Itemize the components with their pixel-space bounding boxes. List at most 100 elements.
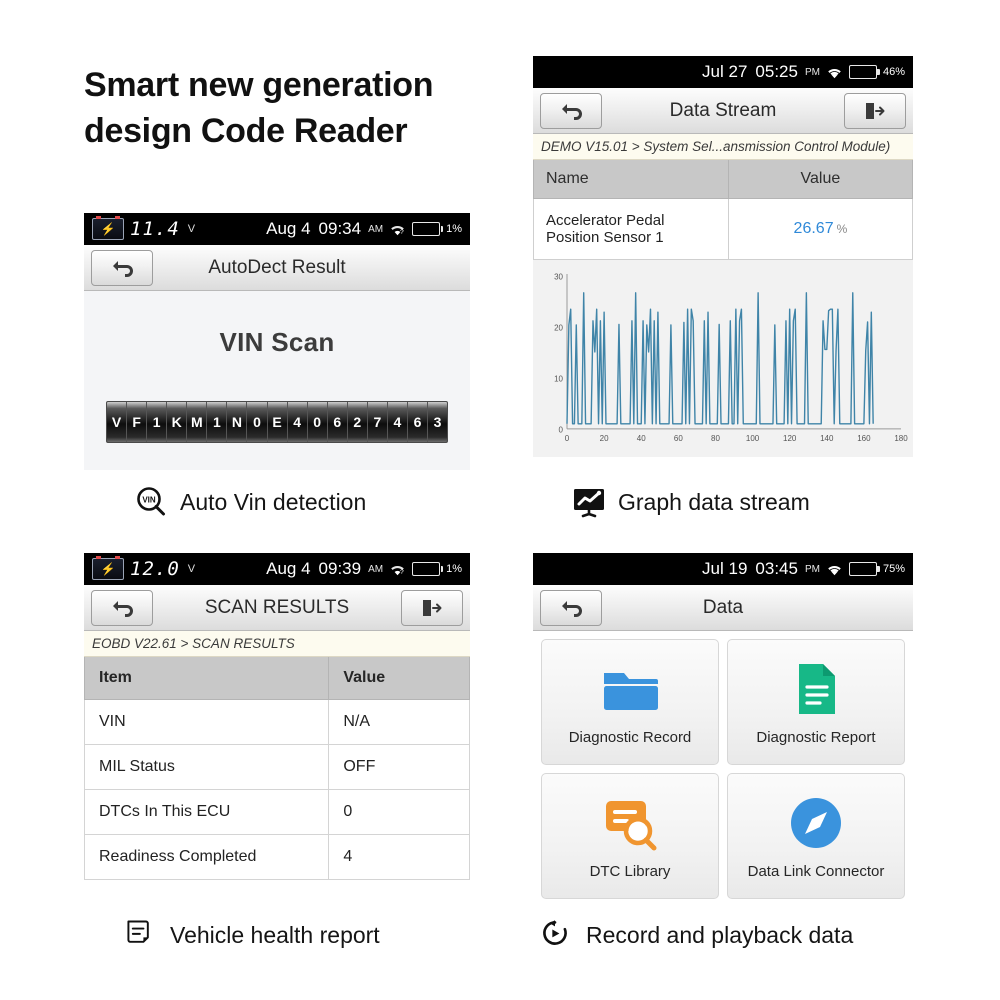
title-bar-stream: Data Stream [533,88,913,134]
tile-label: Data Link Connector [747,862,885,880]
cell-param-value: 26.67% [727,198,914,260]
vin-character: F [127,402,148,442]
status-bar-scan: ⚡ 12.0 V Aug 4 09:39 AM ? 1% [84,553,470,585]
tile-diagnostic-record[interactable]: Diagnostic Record [541,639,719,765]
svg-text:20: 20 [600,434,609,443]
exit-button[interactable] [844,92,906,129]
battery-voltage-icon: ⚡ [92,216,124,240]
vin-scan-heading: VIN Scan [219,327,335,357]
folder-icon [600,659,660,719]
battery-voltage-icon: ⚡ [92,556,124,580]
table-row[interactable]: MIL Status OFF [83,744,470,790]
table-row[interactable]: DTCs In This ECU 0 [83,789,470,835]
vin-character: E [267,402,288,442]
replay-icon [540,918,574,952]
svg-text:VIN: VIN [142,496,156,505]
app-tile-grid: Diagnostic Record Diagnostic Report DTC … [533,631,913,907]
vin-character: 1 [207,402,228,442]
caption-health-report: Vehicle health report [124,918,380,952]
table-header-row: Name Value [533,160,914,199]
svg-text:160: 160 [857,434,871,443]
svg-text:?: ? [400,569,404,576]
wifi-icon: ? [389,223,406,236]
battery-icon [848,65,880,79]
back-button[interactable] [540,92,602,129]
voltage-value: 11.4 [130,218,180,240]
exit-button[interactable] [401,589,463,626]
data-stream-chart-area: 0 10 20 30 0 20 40 60 80 100 120 140 160 180 [533,260,913,457]
tile-diagnostic-report[interactable]: Diagnostic Report [727,639,905,765]
back-button[interactable] [91,249,153,286]
cell-item: Readiness Completed [83,834,330,880]
tile-label: Diagnostic Record [568,728,692,746]
voltage-unit: V [187,563,196,575]
device-screen-scan-results: ⚡ 12.0 V Aug 4 09:39 AM ? 1% SCAN RESULT… [83,553,470,903]
vin-character: N [227,402,248,442]
status-bar-data: Jul 19 03:45 PM 75% [533,553,913,585]
status-ampm: PM [804,66,820,78]
scan-results-table: Item Value VIN N/A MIL Status OFF DTCs In Th… [83,657,470,880]
vin-magnifier-icon: VIN [134,485,168,519]
svg-text:0: 0 [565,434,570,443]
wifi-icon [826,563,843,576]
caption-text: Vehicle health report [170,921,380,948]
vin-character: 3 [428,402,447,442]
battery-icon [848,562,880,576]
column-header-item: Item [83,657,330,700]
table-row[interactable]: Readiness Completed 4 [83,834,470,880]
battery-icon [412,562,444,576]
voltage-unit: V [187,223,196,235]
caption-text: Graph data stream [618,488,810,515]
cell-value: N/A [328,699,470,745]
svg-text:20: 20 [554,323,563,332]
voltage-value: 12.0 [130,558,180,580]
status-ampm: AM [368,223,384,235]
vin-character: 6 [407,402,428,442]
battery-percent: 1% [446,223,462,235]
compass-icon [786,793,846,853]
cell-item: VIN [83,699,330,745]
vin-character: 0 [307,402,328,442]
svg-text:?: ? [400,229,404,236]
tile-dtc-library[interactable]: DTC Library [541,773,719,899]
caption-text: Record and playback data [586,921,854,948]
status-date: Aug 4 [266,559,311,578]
svg-text:40: 40 [637,434,646,443]
report-document-icon [124,918,158,952]
svg-text:140: 140 [820,434,834,443]
caption-text: Auto Vin detection [180,488,367,515]
title-bar-data: Data [533,585,913,631]
data-stream-table: Name Value Accelerator Pedal Position Se… [533,160,914,260]
table-row[interactable]: Accelerator Pedal Position Sensor 1 26.6… [533,198,914,260]
page-title: Smart new generation design Code Reader [84,66,434,150]
svg-text:30: 30 [554,273,563,282]
cell-value: OFF [328,744,470,790]
status-time: 09:34 [318,219,362,238]
breadcrumb: DEMO V15.01 > System Sel...ansmission Co… [533,134,913,160]
back-button[interactable] [91,589,153,626]
status-date: Jul 27 [702,62,748,81]
svg-text:180: 180 [894,434,908,443]
tile-data-link-connector[interactable]: Data Link Connector [727,773,905,899]
device-screen-data: Jul 19 03:45 PM 75% Data Diagnostic Reco… [533,553,913,907]
vin-character: 2 [347,402,368,442]
table-row[interactable]: VIN N/A [83,699,470,745]
back-button[interactable] [540,589,602,626]
svg-text:10: 10 [554,374,563,383]
cell-item: MIL Status [83,744,330,790]
svg-text:120: 120 [783,434,797,443]
battery-percent: 1% [446,563,462,575]
caption-auto-vin: VIN Auto Vin detection [134,485,366,519]
cell-param-name: Accelerator Pedal Position Sensor 1 [533,198,729,260]
status-ampm: AM [368,563,384,575]
status-bar-stream: Jul 27 05:25 PM 46% [533,56,913,88]
svg-text:0: 0 [559,425,564,434]
live-data-line-chart: 0 10 20 30 0 20 40 60 80 100 120 140 160 180 [537,264,909,455]
status-date: Aug 4 [266,219,311,238]
tile-label: Diagnostic Report [756,728,876,746]
document-lines-icon [786,659,846,719]
cell-value: 4 [328,834,470,880]
svg-text:80: 80 [711,434,720,443]
battery-percent: 46% [882,66,905,78]
caption-record-playback: Record and playback data [540,918,853,952]
